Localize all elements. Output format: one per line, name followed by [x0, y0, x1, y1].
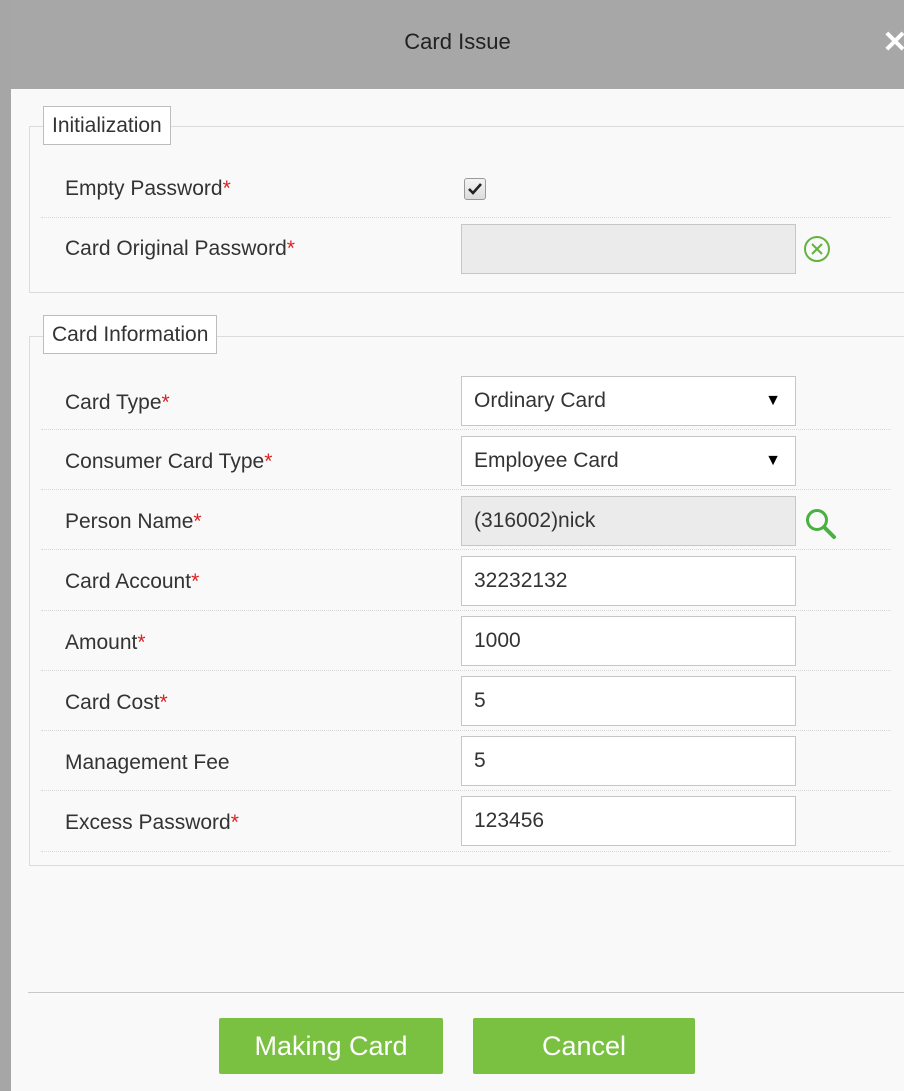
card-cost-input[interactable]: 5	[461, 676, 796, 726]
checkmark-icon	[468, 183, 482, 195]
amount-input[interactable]: 1000	[461, 616, 796, 666]
card-type-value: Ordinary Card	[474, 389, 606, 412]
footer-divider	[28, 992, 904, 993]
consumer-card-type-label: Consumer Card Type*	[65, 450, 273, 473]
card-type-label: Card Type*	[65, 391, 170, 414]
making-card-button[interactable]: Making Card	[219, 1018, 443, 1074]
row-divider	[41, 610, 891, 611]
amount-label: Amount*	[65, 631, 146, 654]
card-account-input[interactable]: 32232132	[461, 556, 796, 606]
empty-password-label: Empty Password*	[65, 177, 231, 200]
management-fee-label: Management Fee	[65, 751, 230, 774]
excess-password-label: Excess Password*	[65, 811, 239, 834]
row-divider	[41, 670, 891, 671]
row-divider	[41, 790, 891, 791]
row-divider	[41, 730, 891, 731]
card-original-password-label: Card Original Password*	[65, 237, 295, 260]
excess-password-input[interactable]: 123456	[461, 796, 796, 846]
close-icon[interactable]: ✕	[881, 25, 904, 61]
card-type-select[interactable]: Ordinary Card ▼	[461, 376, 796, 426]
row-divider	[41, 549, 891, 550]
card-cost-label: Card Cost*	[65, 691, 168, 714]
search-icon[interactable]	[804, 507, 838, 546]
dialog-left-edge	[0, 0, 11, 1091]
card-information-legend: Card Information	[43, 315, 218, 354]
person-name-label: Person Name*	[65, 510, 202, 533]
chevron-down-icon: ▼	[765, 452, 781, 469]
initialization-legend: Initialization	[43, 106, 171, 145]
consumer-card-type-select[interactable]: Employee Card ▼	[461, 436, 796, 486]
person-name-input[interactable]: (316002)nick	[461, 496, 796, 546]
dialog-title-bar[interactable]: Card Issue ✕	[11, 0, 904, 89]
row-divider	[41, 489, 891, 490]
row-divider	[41, 851, 891, 852]
card-original-password-input[interactable]	[461, 224, 796, 274]
chevron-down-icon: ▼	[765, 392, 781, 409]
row-divider	[41, 217, 891, 218]
dialog-title: Card Issue	[404, 29, 511, 54]
cancel-button[interactable]: Cancel	[473, 1018, 695, 1074]
clear-circle-icon[interactable]	[803, 235, 831, 268]
card-issue-dialog: Initialization Empty Password* Card Orig…	[11, 89, 904, 1091]
management-fee-input[interactable]: 5	[461, 736, 796, 786]
row-divider	[41, 429, 891, 430]
card-account-label: Card Account*	[65, 570, 200, 593]
consumer-card-type-value: Employee Card	[474, 449, 619, 472]
empty-password-checkbox[interactable]	[464, 178, 486, 200]
